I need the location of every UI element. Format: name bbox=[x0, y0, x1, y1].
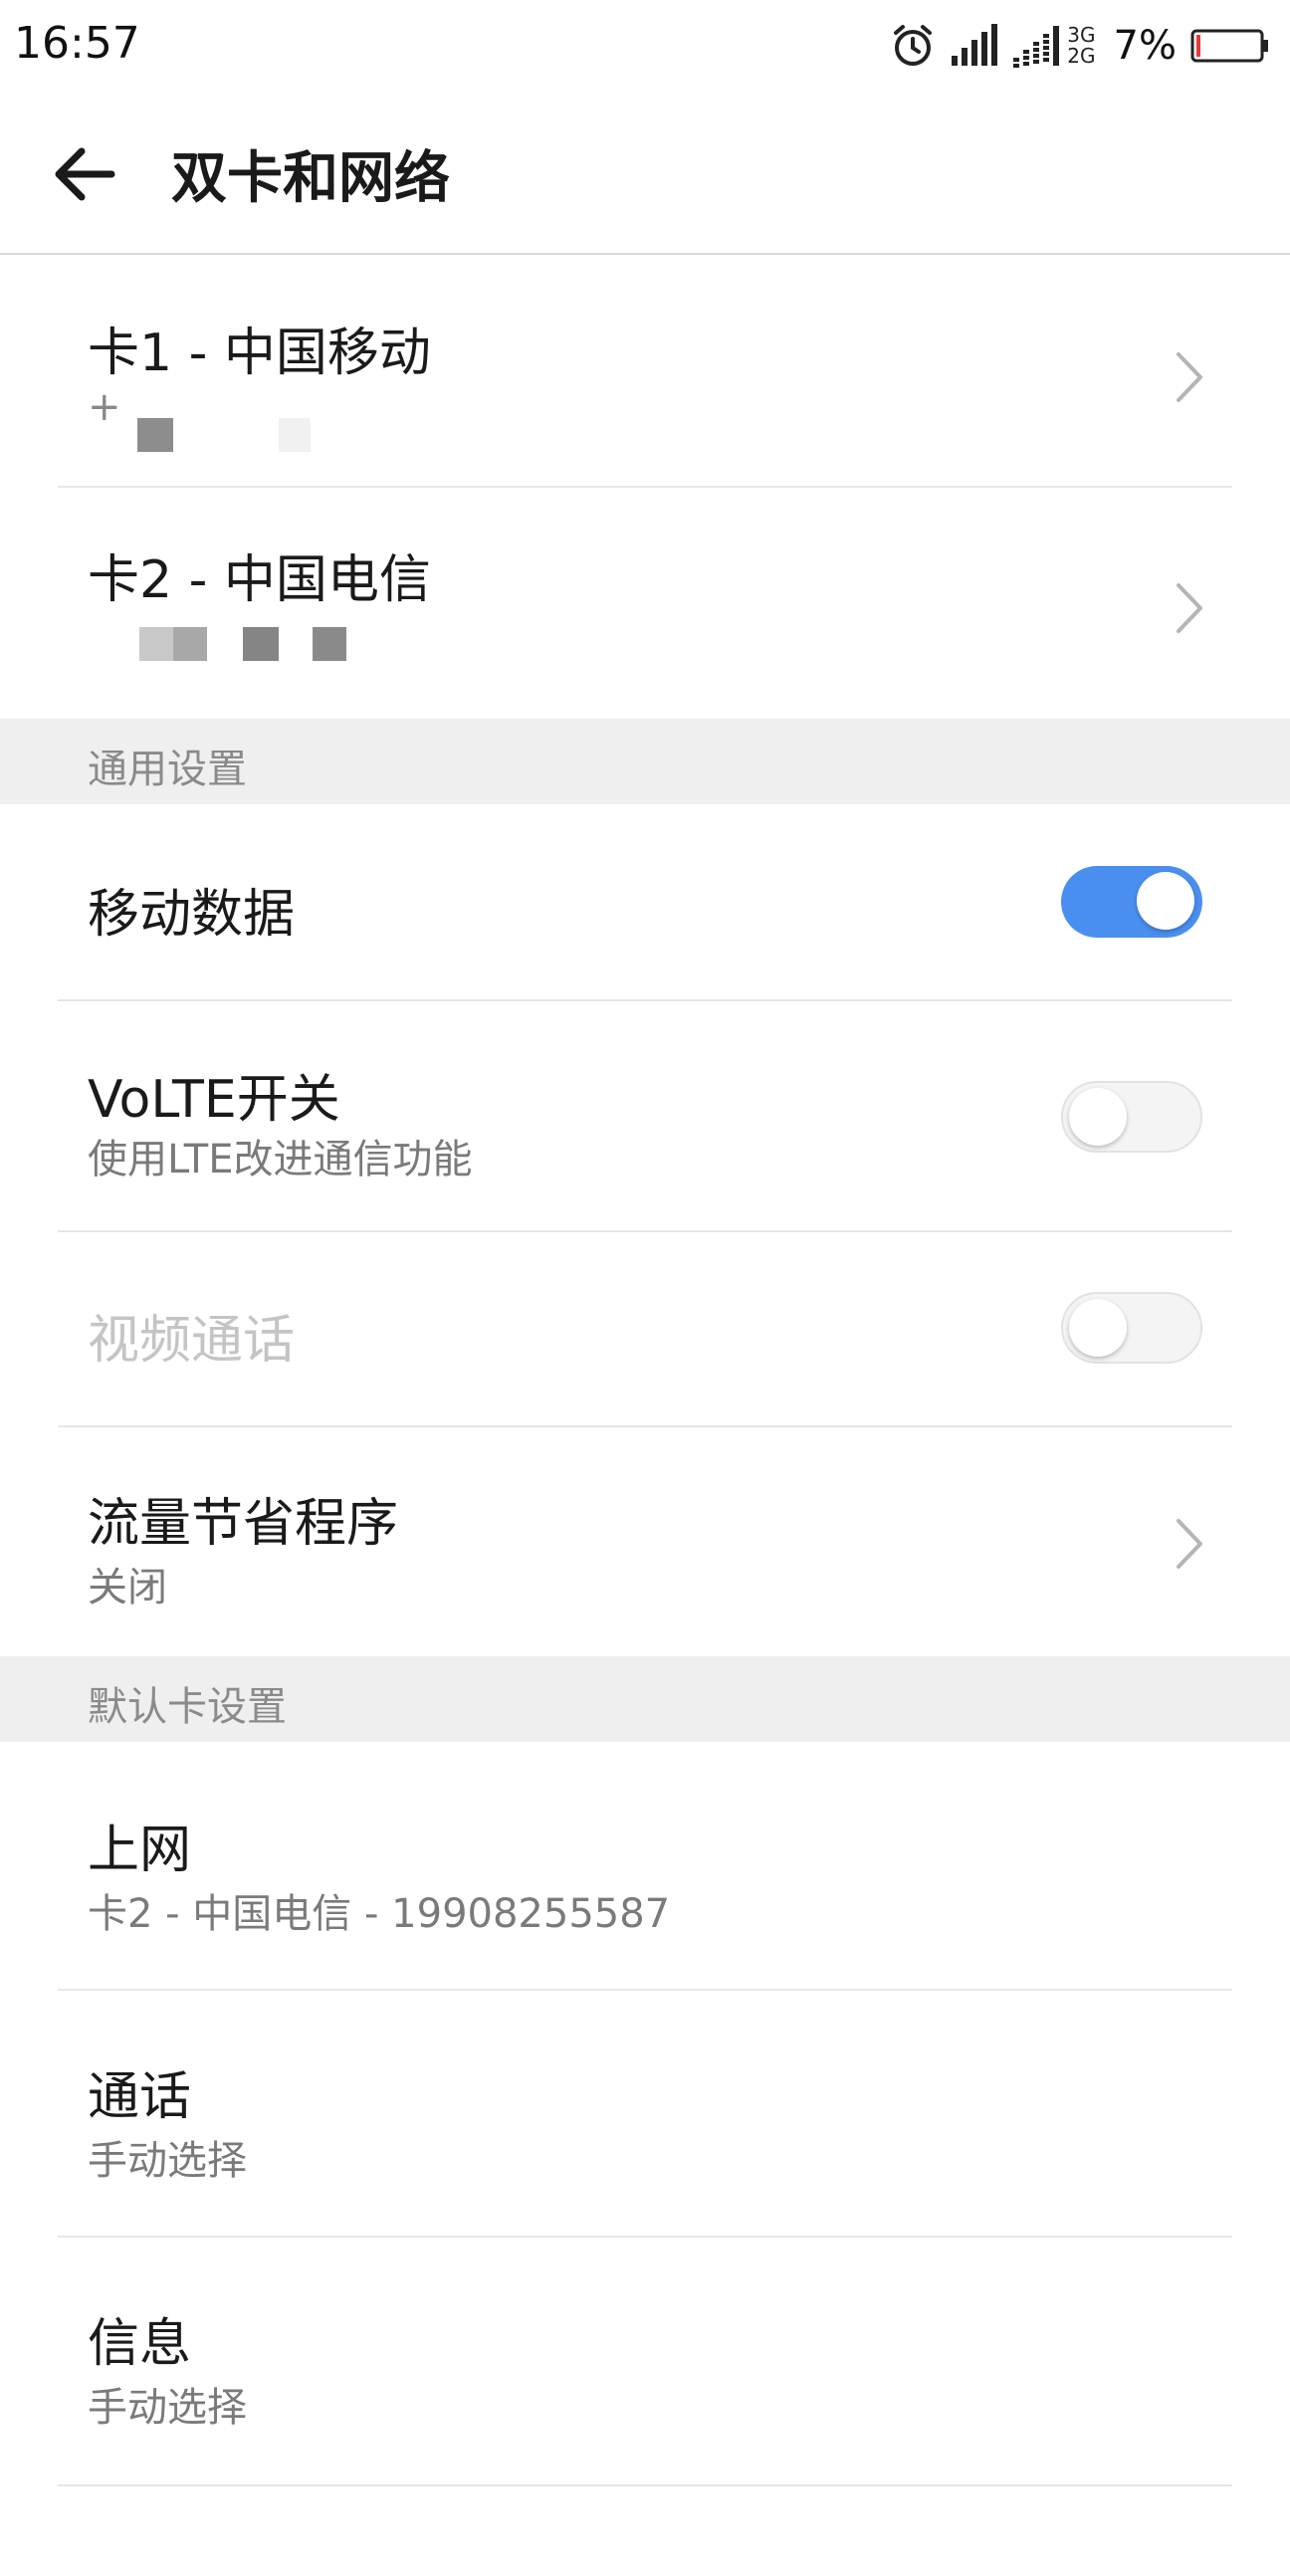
toggle-knob bbox=[1069, 1299, 1127, 1357]
sim-card-1-number: + bbox=[88, 384, 121, 430]
default-messages-subtitle: 手动选择 bbox=[88, 2385, 247, 2431]
data-saver-row[interactable]: 流量节省程序 关闭 bbox=[0, 1427, 1290, 1656]
chevron-right-icon bbox=[1177, 352, 1202, 402]
data-saver-subtitle: 关闭 bbox=[88, 1565, 167, 1610]
status-icons: 3G 2G 7% bbox=[890, 18, 1270, 74]
default-messages-row[interactable]: 信息 手动选择 bbox=[0, 2238, 1290, 2486]
sim-card-2-title: 卡2 - 中国电信 bbox=[88, 550, 431, 610]
volte-row[interactable]: VoLTE开关 使用LTE改进通信功能 bbox=[0, 1001, 1290, 1232]
redacted-number bbox=[173, 627, 207, 661]
default-internet-row[interactable]: 上网 卡2 - 中国电信 - 19908255587 bbox=[0, 1742, 1290, 1991]
default-calls-row[interactable]: 通话 手动选择 bbox=[0, 1991, 1290, 2238]
alarm-icon bbox=[890, 23, 936, 69]
toggle-knob bbox=[1137, 872, 1194, 930]
battery-percent: 7% bbox=[1113, 23, 1177, 69]
redacted-number bbox=[243, 627, 279, 661]
data-saver-title: 流量节省程序 bbox=[88, 1494, 399, 1554]
mobile-data-title: 移动数据 bbox=[88, 885, 296, 945]
section-header-general: 通用设置 bbox=[0, 719, 1290, 804]
default-internet-subtitle: 卡2 - 中国电信 - 19908255587 bbox=[88, 1891, 671, 1937]
volte-title: VoLTE开关 bbox=[88, 1070, 340, 1130]
network-type-top: 3G bbox=[1067, 23, 1096, 47]
default-calls-title: 通话 bbox=[88, 2067, 192, 2127]
default-internet-title: 上网 bbox=[88, 1821, 192, 1880]
signal-icon bbox=[1011, 24, 1060, 68]
back-button[interactable] bbox=[50, 139, 129, 209]
toggle-knob bbox=[1069, 1088, 1127, 1146]
network-type: 3G 2G bbox=[1067, 25, 1095, 67]
status-bar: 16:57 3G 2G 7% bbox=[0, 0, 1290, 90]
redacted-number bbox=[137, 418, 173, 452]
redacted-number bbox=[313, 627, 346, 661]
section-header-default-card: 默认卡设置 bbox=[0, 1656, 1290, 1742]
redacted-number bbox=[279, 418, 311, 452]
volte-subtitle: 使用LTE改进通信功能 bbox=[88, 1137, 473, 1182]
default-calls-subtitle: 手动选择 bbox=[88, 2138, 247, 2184]
video-call-row: 视频通话 bbox=[0, 1232, 1290, 1427]
redacted-number bbox=[139, 627, 173, 661]
volte-toggle[interactable] bbox=[1061, 1081, 1202, 1153]
chevron-right-icon bbox=[1177, 1519, 1202, 1569]
video-call-toggle bbox=[1061, 1292, 1202, 1364]
sim-card-1-title: 卡1 - 中国移动 bbox=[88, 323, 431, 383]
video-call-title: 视频通话 bbox=[88, 1311, 296, 1371]
app-header: 双卡和网络 bbox=[0, 90, 1290, 255]
section-title: 默认卡设置 bbox=[88, 1684, 287, 1730]
page-title: 双卡和网络 bbox=[171, 146, 450, 211]
mobile-data-toggle[interactable] bbox=[1061, 866, 1202, 938]
arrow-left-icon bbox=[55, 147, 115, 201]
signal-icon bbox=[950, 24, 998, 68]
sim-card-2-row[interactable]: 卡2 - 中国电信 bbox=[0, 488, 1290, 719]
sim-card-1-row[interactable]: 卡1 - 中国移动 + bbox=[0, 255, 1290, 488]
mobile-data-row[interactable]: 移动数据 bbox=[0, 804, 1290, 1001]
status-time: 16:57 bbox=[14, 18, 140, 69]
section-title: 通用设置 bbox=[88, 747, 247, 792]
battery-icon bbox=[1190, 27, 1270, 65]
chevron-right-icon bbox=[1177, 583, 1202, 633]
network-type-bottom: 2G bbox=[1067, 44, 1096, 68]
divider bbox=[58, 2484, 1232, 2486]
default-messages-title: 信息 bbox=[88, 2314, 192, 2374]
